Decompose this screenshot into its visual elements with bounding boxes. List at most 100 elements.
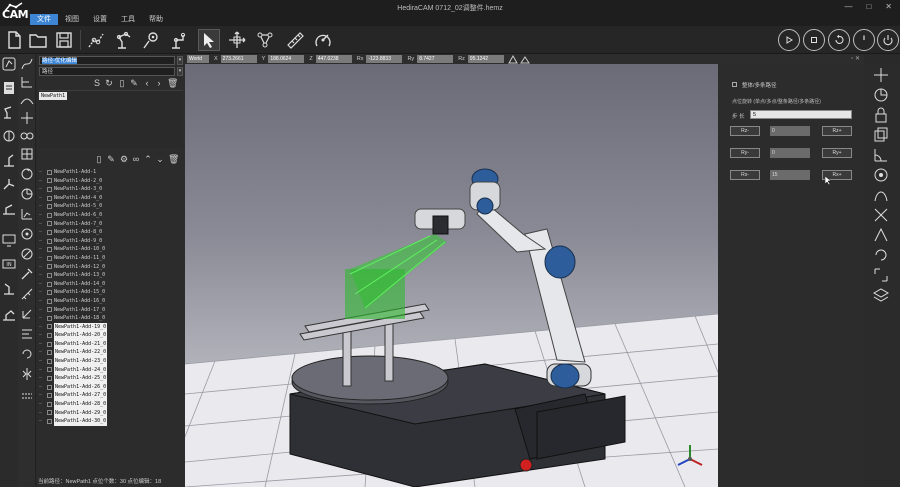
delete-icon[interactable]: 🗑 <box>168 154 179 165</box>
list-item[interactable]: — NewPath1-Add-28_0 <box>39 400 185 409</box>
target-icon[interactable] <box>872 166 890 184</box>
play-icon[interactable] <box>778 29 800 51</box>
item-checkbox[interactable] <box>47 419 52 425</box>
rz-plus-button[interactable]: Rz+ <box>822 126 852 136</box>
measure-tab-icon[interactable] <box>19 286 35 302</box>
list-item[interactable]: — NewPath1-Add-5_0 <box>39 202 185 211</box>
item-checkbox[interactable] <box>47 229 52 235</box>
minimize-button[interactable]: — <box>844 2 852 11</box>
fit-view-icon[interactable] <box>872 266 890 284</box>
coord-z-value[interactable]: 447.0238 <box>315 55 352 63</box>
orbit-icon[interactable] <box>872 86 890 104</box>
item-checkbox[interactable] <box>47 410 52 416</box>
list-item[interactable]: — NewPath1-Add-12_0 <box>39 263 185 272</box>
item-checkbox[interactable] <box>47 367 52 373</box>
close-button[interactable]: ✕ <box>885 2 892 11</box>
3d-viewport[interactable] <box>185 64 718 487</box>
document-edit-icon[interactable] <box>1 80 17 96</box>
rotate-tab-icon[interactable] <box>19 346 35 362</box>
list-item[interactable]: — NewPath1-Add-22_0 <box>39 348 185 358</box>
target-tab-icon[interactable] <box>19 226 35 242</box>
chart-tab-icon[interactable] <box>19 206 35 222</box>
lock-icon[interactable] <box>872 106 890 124</box>
item-checkbox[interactable] <box>47 298 52 304</box>
dropdown-arrow-icon[interactable]: ▾ <box>177 56 183 65</box>
tree-root-item[interactable]: NewPath1 <box>39 92 68 100</box>
item-checkbox[interactable] <box>47 350 52 356</box>
next-icon[interactable]: › <box>154 78 164 89</box>
axis-tab-icon[interactable] <box>19 306 35 322</box>
gauge-icon[interactable] <box>853 29 875 51</box>
power-icon[interactable] <box>877 29 899 51</box>
list-item[interactable]: — NewPath1-Add-3_0 <box>39 185 185 194</box>
ry-value[interactable]: 0 <box>770 148 810 158</box>
item-checkbox[interactable] <box>47 315 52 321</box>
list-item[interactable]: — NewPath1-Add-8_0 <box>39 228 185 237</box>
list-item[interactable]: — NewPath1-Add-7_0 <box>39 220 185 229</box>
menu-file[interactable]: 文件 <box>30 14 58 25</box>
robot-program-icon[interactable] <box>1 56 17 72</box>
robot-cell-icon[interactable] <box>1 280 17 296</box>
pie-tab-icon[interactable] <box>19 186 35 202</box>
mirror-tab-icon[interactable] <box>19 366 35 382</box>
delete-icon[interactable]: 🗑 <box>167 78 178 89</box>
menu-help[interactable]: 帮助 <box>142 14 170 25</box>
dropdown-arrow-icon[interactable]: ▾ <box>177 67 183 76</box>
open-folder-icon[interactable] <box>27 29 49 51</box>
item-checkbox[interactable] <box>47 376 52 382</box>
list-item[interactable]: — NewPath1-Add-21_0 <box>39 339 185 349</box>
refresh-icon[interactable]: ↻ <box>104 78 114 89</box>
select-cursor-icon[interactable] <box>198 29 220 51</box>
coord-rz-value[interactable]: 95.1242 <box>467 55 504 63</box>
list-item[interactable]: — NewPath1-Add-11_0 <box>39 254 185 263</box>
list-item[interactable]: — NewPath1-Add-2_0 <box>39 177 185 186</box>
list-item[interactable]: — NewPath1-Add-16_0 <box>39 297 185 306</box>
coord-y-value[interactable]: 188.0624 <box>268 55 305 63</box>
list-item[interactable]: — NewPath1-Add-1 <box>39 168 185 177</box>
robot-arm-icon[interactable] <box>113 29 135 51</box>
list-item[interactable]: — NewPath1-Add-26_0 <box>39 382 185 392</box>
link-icon[interactable]: ∞ <box>131 154 141 165</box>
move-down-icon[interactable]: ⌄ <box>155 154 165 165</box>
item-checkbox[interactable] <box>47 333 52 339</box>
ry-minus-button[interactable]: Ry- <box>730 148 760 158</box>
list-item[interactable]: — NewPath1-Add-24_0 <box>39 365 185 375</box>
ioin-icon[interactable]: IN <box>1 256 17 272</box>
mode-dropdown[interactable]: 路径-优化编辑 ▾ <box>37 56 185 65</box>
rx-value[interactable]: 15 <box>770 170 810 180</box>
move-up-icon[interactable]: ⌃ <box>143 154 153 165</box>
item-checkbox[interactable] <box>47 393 52 399</box>
stop-icon[interactable] <box>803 29 825 51</box>
list-item[interactable]: — NewPath1-Add-18_0 <box>39 314 185 323</box>
robot-tool-icon[interactable] <box>167 29 189 51</box>
step-input[interactable]: 5 <box>750 110 852 119</box>
robot-path-icon[interactable] <box>85 29 107 51</box>
item-checkbox[interactable] <box>47 186 52 192</box>
angle-icon[interactable] <box>872 146 890 164</box>
item-checkbox[interactable] <box>47 255 52 261</box>
rz-minus-button[interactable]: Rz- <box>730 126 760 136</box>
marker-tools-icon[interactable] <box>507 54 531 64</box>
rz-value[interactable]: 0 <box>770 126 810 136</box>
list-item[interactable]: — NewPath1-Add-10_0 <box>39 245 185 254</box>
item-checkbox[interactable] <box>47 358 52 364</box>
curve-tab-icon[interactable] <box>19 92 35 108</box>
item-checkbox[interactable] <box>47 195 52 201</box>
new-file-icon[interactable] <box>3 29 25 51</box>
list-item[interactable]: — NewPath1-Add-13_0 <box>39 271 185 280</box>
move-icon[interactable] <box>872 66 890 84</box>
angle-measure-icon[interactable] <box>872 226 890 244</box>
list-item[interactable]: — NewPath1-Add-30_0 <box>39 417 185 426</box>
maximize-button[interactable]: □ <box>866 2 871 11</box>
item-checkbox[interactable] <box>47 212 52 218</box>
copy-icon[interactable] <box>872 126 890 144</box>
robot-gear-icon[interactable] <box>140 29 162 51</box>
edit-icon[interactable]: ✎ <box>129 78 139 89</box>
item-checkbox[interactable] <box>47 221 52 227</box>
frame-selector[interactable]: World <box>187 55 209 63</box>
menu-settings[interactable]: 设置 <box>86 14 114 25</box>
list-item[interactable]: — NewPath1-Add-27_0 <box>39 391 185 401</box>
list-item[interactable]: — NewPath1-Add-23_0 <box>39 357 185 366</box>
robot-arm-side-icon[interactable] <box>1 104 17 120</box>
tool-tab-icon[interactable] <box>19 266 35 282</box>
